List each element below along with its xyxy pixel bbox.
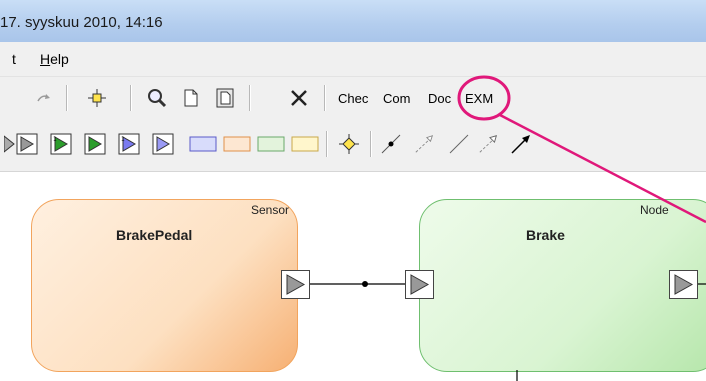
main-toolbar: Chec Com Doc EXM	[0, 77, 706, 119]
doc-button[interactable]: Doc	[428, 91, 451, 106]
svg-text:1: 1	[121, 136, 125, 143]
out-port-brakepedal[interactable]	[281, 270, 310, 299]
window-title: 17. syyskuu 2010, 14:16	[0, 14, 163, 31]
toolbar-separator	[66, 85, 68, 111]
new-document-icon[interactable]	[180, 87, 202, 109]
menu-item-help[interactable]: Help	[40, 51, 69, 67]
toolbar-separator	[326, 131, 328, 157]
zoom-icon[interactable]	[146, 87, 168, 109]
delete-icon[interactable]	[288, 87, 310, 109]
shape-toolbar: 1 1	[0, 119, 706, 172]
node-name-label: BrakePedal	[116, 227, 193, 243]
rect-green-tool-icon[interactable]	[256, 133, 286, 155]
in-port-blue-outline-tool-icon[interactable]	[152, 133, 174, 155]
node-brake[interactable]: Node Brake	[419, 199, 706, 372]
window-titlebar: 17. syyskuu 2010, 14:16	[0, 0, 706, 42]
exm-button[interactable]: EXM	[465, 91, 493, 106]
rect-orange-tool-icon[interactable]	[222, 133, 252, 155]
svg-text:1: 1	[53, 136, 57, 143]
toolbar-separator	[324, 85, 326, 111]
redo-icon[interactable]	[34, 87, 56, 109]
add-port-icon[interactable]	[86, 87, 108, 109]
menu-item-partial[interactable]: t	[12, 51, 16, 67]
document-icon[interactable]	[214, 87, 236, 109]
in-port-brake[interactable]	[405, 270, 434, 299]
rect-blue-tool-icon[interactable]	[188, 133, 218, 155]
node-type-label: Node	[640, 203, 669, 217]
connector-arrow-tool-icon[interactable]	[510, 133, 532, 155]
in-port-green-outline-tool-icon[interactable]	[84, 133, 106, 155]
out-port-brake[interactable]	[669, 270, 698, 299]
check-button[interactable]: Chec	[338, 91, 368, 106]
node-type-label: Sensor	[250, 203, 289, 217]
junction-tool-icon[interactable]	[338, 133, 360, 155]
connector-line-tool-icon[interactable]	[448, 133, 470, 155]
toolbar-separator	[249, 85, 251, 111]
in-port-blue-tool-icon[interactable]: 1	[118, 133, 140, 155]
rect-yellow-tool-icon[interactable]	[290, 133, 320, 155]
node-name-label: Brake	[526, 227, 565, 243]
toolbar-separator	[370, 131, 372, 157]
toolbar-separator	[130, 85, 132, 111]
in-port-tool-icon[interactable]	[16, 133, 38, 155]
com-button[interactable]: Com	[383, 91, 410, 106]
connector-dashed-open-arrow-tool-icon[interactable]	[478, 133, 500, 155]
connector-dashed-arrow-tool-icon[interactable]	[414, 133, 436, 155]
sensor-node-brakepedal[interactable]: Sensor BrakePedal	[31, 199, 298, 372]
in-port-green-tool-icon[interactable]: 1	[50, 133, 72, 155]
menu-bar: t Help	[0, 42, 706, 77]
connector-dot-tool-icon[interactable]	[380, 133, 402, 155]
